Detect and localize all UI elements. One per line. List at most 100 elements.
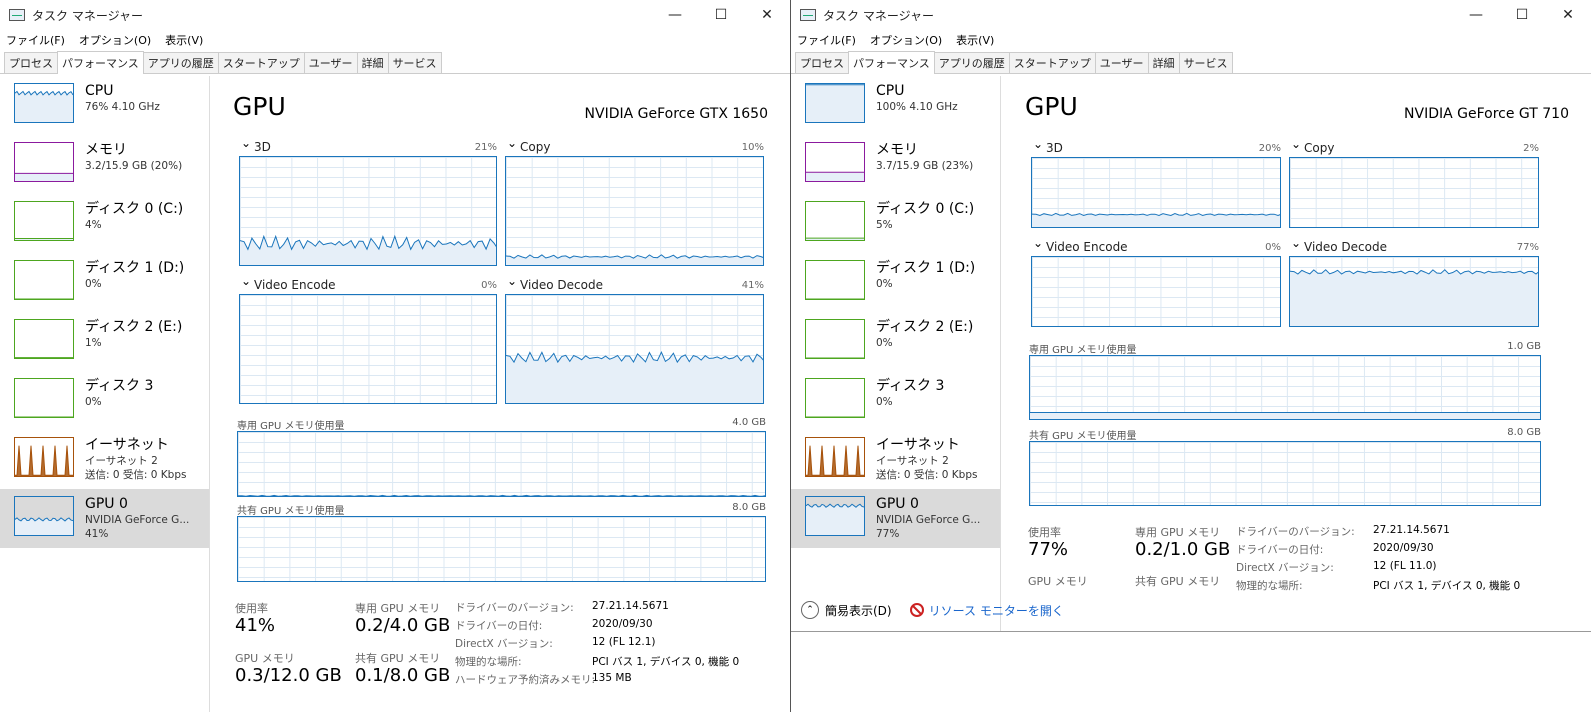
tab-1[interactable]: パフォーマンス (57, 51, 144, 74)
menu-item[interactable]: オプション(O) (870, 32, 942, 48)
tab-3[interactable]: スタートアップ (1008, 52, 1096, 73)
tab-0[interactable]: プロセス (4, 52, 58, 73)
maximize-icon[interactable]: ☐ (1499, 0, 1545, 30)
sidebar-item-name: ディスク 2 (E:) (85, 319, 183, 335)
engine-graph (505, 156, 764, 266)
sidebar-item[interactable]: メモリ 3.2/15.9 GB (20%) (0, 135, 209, 194)
sidebar-item-sub2: 77% (876, 528, 900, 540)
mini-graph (14, 319, 74, 359)
menu-bar: ファイル(F) オプション(O) 表示(V) (0, 30, 790, 50)
sidebar-item[interactable]: イーサネット イーサネット 2 送信: 0 受信: 0 Kbps (0, 430, 209, 489)
sidebar-item[interactable]: ディスク 2 (E:) 1% (0, 312, 209, 371)
minimize-icon[interactable]: — (652, 0, 698, 30)
sidebar-item[interactable]: GPU 0 NVIDIA GeForce G... 41% (0, 489, 209, 548)
sidebar-item-info: イーサネット イーサネット 2 送信: 0 受信: 0 Kbps (85, 436, 186, 482)
detail-value: 27.21.14.5671 (1373, 524, 1450, 536)
sidebar-item-name: ディスク 0 (C:) (876, 201, 975, 217)
detail-key: ドライバーの日付: (1236, 544, 1324, 556)
sidebar-item[interactable]: ディスク 0 (C:) 5% (791, 194, 1000, 253)
sidebar-item-info: ディスク 0 (C:) 4% (85, 200, 183, 232)
minimize-icon[interactable]: — (1453, 0, 1499, 30)
sidebar-item[interactable]: メモリ 3.7/15.9 GB (23%) (791, 135, 1000, 194)
stat-label: 共有 GPU メモリ (355, 652, 441, 665)
stat-label: 専用 GPU メモリ (355, 602, 441, 615)
tab-2[interactable]: アプリの履歴 (142, 52, 219, 73)
sidebar-item-name: GPU 0 (85, 496, 128, 512)
menu-item[interactable]: 表示(V) (956, 32, 994, 48)
sidebar-item-name: ディスク 1 (D:) (85, 260, 185, 276)
tab-0[interactable]: プロセス (795, 52, 849, 73)
mini-graph (805, 378, 865, 418)
tab-3[interactable]: スタートアップ (217, 52, 305, 73)
menu-bar: ファイル(F) オプション(O) 表示(V) (791, 30, 1591, 50)
sidebar-item[interactable]: ディスク 1 (D:) 0% (0, 253, 209, 312)
title-bar[interactable]: タスク マネージャー — ☐ ✕ (791, 0, 1591, 30)
gpu-panel: GPU NVIDIA GeForce GT 710 3D ⌄ 20% Copy ⌄ 2% Vid… (1001, 76, 1591, 631)
detail-key: DirectX バージョン: (1236, 562, 1334, 574)
tab-5[interactable]: 詳細 (356, 52, 389, 73)
chevron-up-icon[interactable]: ⌃ (801, 601, 819, 619)
shared-memory-max: 8.0 GB (732, 502, 766, 513)
detail-value: 12 (FL 11.0) (1373, 560, 1437, 572)
mini-graph (14, 260, 74, 300)
sidebar-item-info: ディスク 0 (C:) 5% (876, 200, 974, 232)
sidebar-item-name: ディスク 3 (85, 378, 154, 394)
simple-view-link[interactable]: 簡易表示(D) (825, 602, 892, 619)
tab-6[interactable]: サービス (387, 52, 442, 73)
sidebar-item-sub: 76% 4.10 GHz (85, 101, 160, 113)
mini-graph (805, 496, 865, 536)
menu-item[interactable]: 表示(V) (165, 32, 203, 48)
detail-key: DirectX バージョン: (455, 638, 553, 650)
sidebar-item-sub: 5% (876, 219, 893, 231)
sidebar-item-info: ディスク 3 0% (876, 377, 944, 409)
sidebar-item-name: ディスク 3 (876, 378, 945, 394)
sidebar-item[interactable]: GPU 0 NVIDIA GeForce G... 77% (791, 489, 1000, 548)
stat-value: 0.3/12.0 GB (235, 665, 342, 686)
tab-bar: プロセス パフォーマンス アプリの履歴 スタートアップ ユーザー 詳細 サービス (791, 50, 1591, 74)
maximize-icon[interactable]: ☐ (698, 0, 744, 30)
detail-value: 12 (FL 12.1) (592, 636, 656, 648)
sidebar-item[interactable]: ディスク 2 (E:) 0% (791, 312, 1000, 371)
title-bar[interactable]: タスク マネージャー — ☐ ✕ (0, 0, 790, 30)
sidebar-item-info: GPU 0 NVIDIA GeForce G... 41% (85, 495, 189, 541)
close-icon[interactable]: ✕ (1545, 0, 1591, 30)
stat-value: 0.2/4.0 GB (355, 615, 451, 636)
tab-1[interactable]: パフォーマンス (848, 51, 935, 74)
detail-key: ドライバーの日付: (455, 620, 543, 632)
sidebar-item-info: メモリ 3.7/15.9 GB (23%) (876, 141, 973, 173)
sidebar-item-sub2: 送信: 0 受信: 0 Kbps (876, 469, 978, 481)
sidebar-item[interactable]: ディスク 3 0% (0, 371, 209, 430)
sidebar-item[interactable]: CPU 76% 4.10 GHz (0, 76, 209, 135)
sidebar-item[interactable]: ディスク 0 (C:) 4% (0, 194, 209, 253)
engine-graph (1289, 157, 1539, 228)
menu-item[interactable]: ファイル(F) (797, 32, 856, 48)
resource-sidebar: CPU 100% 4.10 GHz メモリ 3.7/15.9 GB (23%) ディスク… (791, 76, 1001, 631)
tab-6[interactable]: サービス (1178, 52, 1233, 73)
menu-item[interactable]: オプション(O) (79, 32, 151, 48)
tab-5[interactable]: 詳細 (1147, 52, 1180, 73)
sidebar-item-info: メモリ 3.2/15.9 GB (20%) (85, 141, 182, 173)
resource-monitor-link[interactable]: リソース モニターを開く (929, 602, 1064, 619)
detail-value: 135 MB (592, 672, 632, 684)
sidebar-item[interactable]: イーサネット イーサネット 2 送信: 0 受信: 0 Kbps (791, 430, 1000, 489)
close-icon[interactable]: ✕ (744, 0, 790, 30)
tab-4[interactable]: ユーザー (303, 52, 358, 73)
tab-2[interactable]: アプリの履歴 (933, 52, 1010, 73)
sidebar-item[interactable]: CPU 100% 4.10 GHz (791, 76, 1000, 135)
mini-graph (14, 142, 74, 182)
stat-label: 共有 GPU メモリ (1135, 575, 1221, 588)
sidebar-item-name: GPU 0 (876, 496, 919, 512)
mini-graph (805, 437, 865, 477)
task-manager-window-right: タスク マネージャー — ☐ ✕ ファイル(F) オプション(O) 表示(V) プロセス パフォ… (791, 0, 1591, 632)
stat-value: 41% (235, 615, 276, 636)
task-manager-icon (9, 9, 25, 21)
sidebar-item-info: イーサネット イーサネット 2 送信: 0 受信: 0 Kbps (876, 436, 977, 482)
stat-value: 0.2/1.0 GB (1135, 539, 1231, 560)
tab-bar: プロセス パフォーマンス アプリの履歴 スタートアップ ユーザー 詳細 サービス (0, 50, 790, 74)
sidebar-item-name: イーサネット (876, 437, 960, 453)
sidebar-item[interactable]: ディスク 3 0% (791, 371, 1000, 430)
sidebar-item-name: ディスク 2 (E:) (876, 319, 974, 335)
tab-4[interactable]: ユーザー (1094, 52, 1149, 73)
sidebar-item[interactable]: ディスク 1 (D:) 0% (791, 253, 1000, 312)
menu-item[interactable]: ファイル(F) (6, 32, 65, 48)
